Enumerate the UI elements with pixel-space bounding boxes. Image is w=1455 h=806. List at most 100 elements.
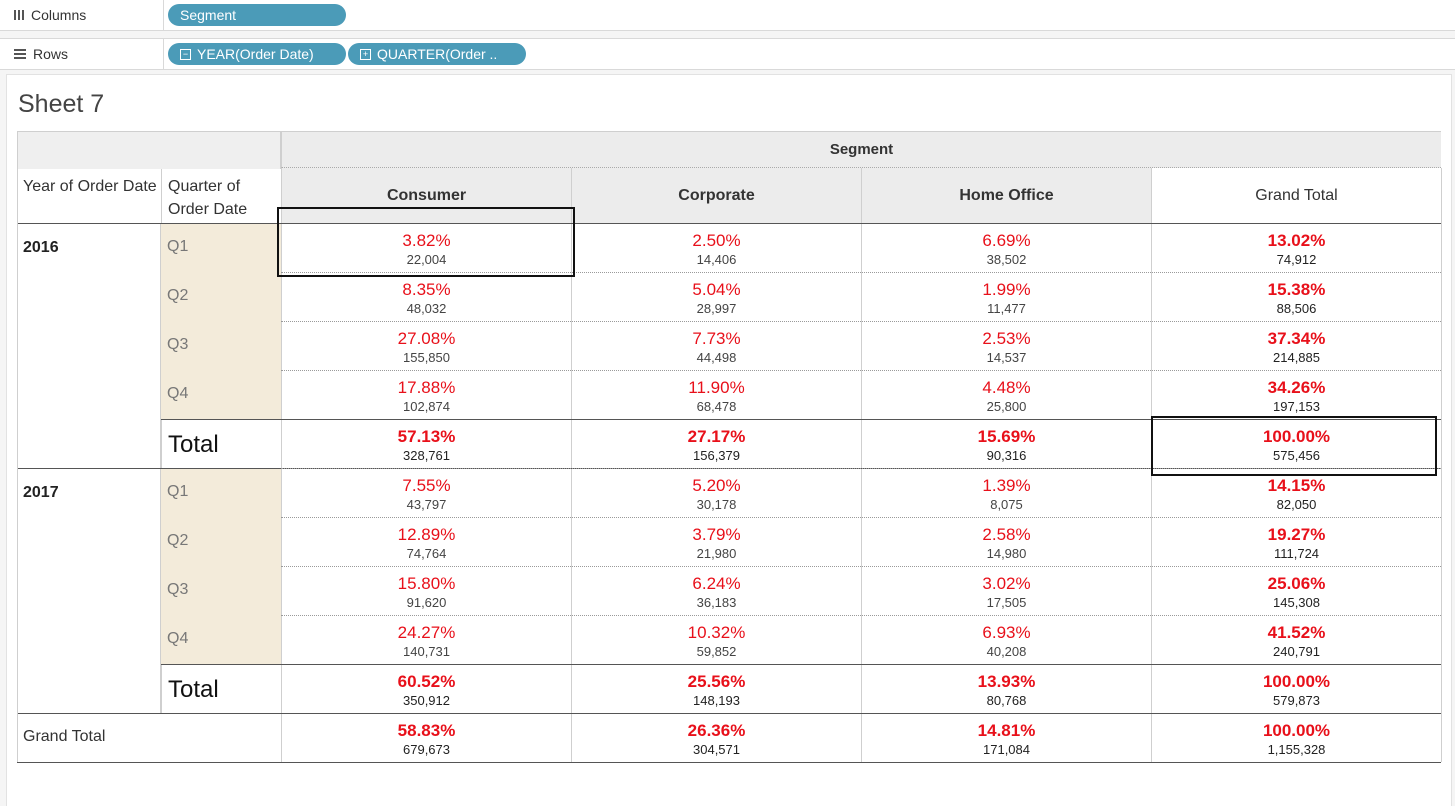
sales-value: 14,537 xyxy=(986,350,1027,365)
total-cell[interactable]: 27.17% 156,379 xyxy=(571,419,861,468)
cell[interactable]: 5.04% 28,997 xyxy=(571,272,861,321)
sales-value: 82,050 xyxy=(1276,497,1317,512)
percent-value: 7.73% xyxy=(692,329,741,348)
percent-value: 11.90% xyxy=(688,378,745,397)
rows-shelf: Rows − YEAR(Order Date) + QUARTER(Order … xyxy=(0,38,1455,70)
segment-header[interactable]: Segment xyxy=(281,131,1441,168)
cell[interactable]: 11.90% 68,478 xyxy=(571,370,861,419)
column-header-corporate[interactable]: Corporate xyxy=(571,168,861,223)
cell[interactable]: 19.27% 111,724 xyxy=(1151,517,1441,566)
sales-value: 25,800 xyxy=(986,399,1027,414)
total-cell[interactable]: 60.52% 350,912 xyxy=(281,664,571,713)
cell[interactable]: 13.02% 74,912 xyxy=(1151,223,1441,272)
sales-value: 36,183 xyxy=(696,595,737,610)
cell[interactable]: 15.38% 88,506 xyxy=(1151,272,1441,321)
cell[interactable]: 3.02% 17,505 xyxy=(861,566,1151,615)
segment-pill[interactable]: Segment xyxy=(168,4,346,26)
cell[interactable]: 3.79% 21,980 xyxy=(571,517,861,566)
total-cell[interactable]: 13.93% 80,768 xyxy=(861,664,1151,713)
sales-value: 679,673 xyxy=(403,742,450,757)
cell[interactable]: 2.53% 14,537 xyxy=(861,321,1151,370)
sales-value: 214,885 xyxy=(1273,350,1320,365)
percent-value: 7.55% xyxy=(402,476,451,495)
sales-value: 43,797 xyxy=(406,497,447,512)
sales-value: 102,874 xyxy=(403,399,450,414)
cell[interactable]: 7.55% 43,797 xyxy=(281,468,571,517)
total-cell[interactable]: 57.13% 328,761 xyxy=(281,419,571,468)
cell[interactable]: 6.24% 36,183 xyxy=(571,566,861,615)
sales-value: 38,502 xyxy=(986,252,1027,267)
cell[interactable]: 15.80% 91,620 xyxy=(281,566,571,615)
quarter-pill-label: QUARTER(Order .. xyxy=(377,46,498,62)
year-2017[interactable]: 2017 xyxy=(17,468,161,713)
sales-value: 14,980 xyxy=(986,546,1027,561)
percent-value: 41.52% xyxy=(1267,623,1326,642)
sales-value: 17,505 xyxy=(986,595,1027,610)
sales-value: 30,178 xyxy=(696,497,737,512)
columns-shelf: Columns Segment xyxy=(0,0,1455,31)
sales-value: 80,768 xyxy=(986,693,1027,708)
sales-value: 156,379 xyxy=(693,448,740,463)
cell[interactable]: 17.88% 102,874 xyxy=(281,370,571,419)
segment-pill-label: Segment xyxy=(180,7,237,23)
cell[interactable]: 24.27% 140,731 xyxy=(281,615,571,664)
sales-value: 145,308 xyxy=(1273,595,1320,610)
percent-value: 6.69% xyxy=(982,231,1031,250)
quarter-q1[interactable]: Q1 xyxy=(161,223,281,272)
collapse-icon[interactable]: − xyxy=(180,48,191,60)
cell[interactable]: 1.39% 8,075 xyxy=(861,468,1151,517)
grand-total-cell[interactable]: 26.36% 304,571 xyxy=(571,713,861,762)
quarter-q2[interactable]: Q2 xyxy=(161,517,281,566)
percent-value: 19.27% xyxy=(1267,525,1326,544)
percent-value: 2.53% xyxy=(982,329,1031,348)
sheet-title: Sheet 7 xyxy=(18,90,105,118)
quarter-order-date-pill[interactable]: + QUARTER(Order .. xyxy=(348,43,526,65)
rows-icon xyxy=(14,49,26,59)
quarter-q1[interactable]: Q1 xyxy=(161,468,281,517)
cell[interactable]: 2.58% 14,980 xyxy=(861,517,1151,566)
quarter-q3[interactable]: Q3 xyxy=(161,566,281,615)
table-left-border xyxy=(17,131,18,762)
cell[interactable]: 7.73% 44,498 xyxy=(571,321,861,370)
total-cell[interactable]: 15.69% 90,316 xyxy=(861,419,1151,468)
cell[interactable]: 25.06% 145,308 xyxy=(1151,566,1441,615)
quarter-q4[interactable]: Q4 xyxy=(161,615,281,664)
cell[interactable]: 10.32% 59,852 xyxy=(571,615,861,664)
sales-value: 350,912 xyxy=(403,693,450,708)
column-header-grand-total[interactable]: Grand Total xyxy=(1151,168,1441,223)
expand-icon[interactable]: + xyxy=(360,48,371,60)
cell[interactable]: 6.69% 38,502 xyxy=(861,223,1151,272)
row-header-year: Year of Order Date xyxy=(17,169,161,223)
total-cell[interactable]: 25.56% 148,193 xyxy=(571,664,861,713)
cell[interactable]: 41.52% 240,791 xyxy=(1151,615,1441,664)
percent-value: 6.24% xyxy=(692,574,741,593)
quarter-q3[interactable]: Q3 xyxy=(161,321,281,370)
sales-value: 59,852 xyxy=(696,644,737,659)
percent-value: 100.00% xyxy=(1262,672,1331,691)
cell[interactable]: 2.50% 14,406 xyxy=(571,223,861,272)
total-cell[interactable]: 100.00% 579,873 xyxy=(1151,664,1441,713)
year-order-date-pill[interactable]: − YEAR(Order Date) xyxy=(168,43,346,65)
cell[interactable]: 4.48% 25,800 xyxy=(861,370,1151,419)
cell[interactable]: 27.08% 155,850 xyxy=(281,321,571,370)
percent-value: 14.81% xyxy=(977,721,1036,740)
sales-value: 579,873 xyxy=(1273,693,1320,708)
cell[interactable]: 1.99% 11,477 xyxy=(861,272,1151,321)
column-header-home-office[interactable]: Home Office xyxy=(861,168,1151,223)
cell[interactable]: 8.35% 48,032 xyxy=(281,272,571,321)
quarter-q4[interactable]: Q4 xyxy=(161,370,281,419)
cell[interactable]: 5.20% 30,178 xyxy=(571,468,861,517)
year-2016[interactable]: 2016 xyxy=(17,223,161,468)
cell[interactable]: 12.89% 74,764 xyxy=(281,517,571,566)
grand-total-cell[interactable]: 14.81% 171,084 xyxy=(861,713,1151,762)
cell[interactable]: 6.93% 40,208 xyxy=(861,615,1151,664)
grand-total-cell[interactable]: 58.83% 679,673 xyxy=(281,713,571,762)
quarter-q2[interactable]: Q2 xyxy=(161,272,281,321)
row-divider xyxy=(281,321,1441,322)
total-label: Total xyxy=(161,419,281,468)
sales-value: 140,731 xyxy=(403,644,450,659)
sales-value: 8,075 xyxy=(990,497,1023,512)
grand-total-cell[interactable]: 100.00% 1,155,328 xyxy=(1151,713,1441,762)
cell[interactable]: 34.26% 197,153 xyxy=(1151,370,1441,419)
cell[interactable]: 37.34% 214,885 xyxy=(1151,321,1441,370)
